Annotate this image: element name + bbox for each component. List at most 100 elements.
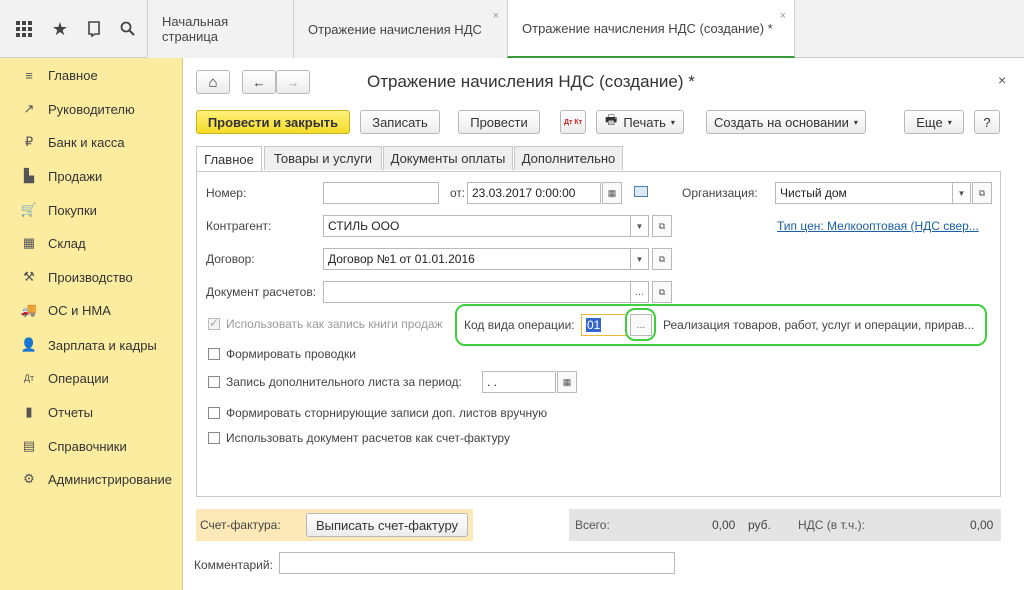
open-icon[interactable]: ⧉: [652, 248, 672, 270]
vat-label: НДС (в т.ч.):: [798, 518, 865, 532]
use-as-book-label: Использовать как запись книги продаж: [226, 317, 443, 331]
sidebar-item-purchases[interactable]: 🛒 Покупки: [0, 198, 183, 222]
ellipsis-highlight: [625, 308, 656, 341]
close-icon[interactable]: ×: [780, 10, 786, 22]
bag-icon: ▙: [24, 168, 34, 183]
sidebar-item-operations[interactable]: Дт Операции: [0, 366, 183, 390]
settlement-doc-field[interactable]: [323, 281, 631, 303]
post-button[interactable]: Провести: [458, 110, 540, 134]
sidebar-item-sales[interactable]: ▙ Продажи: [0, 164, 183, 188]
date-field[interactable]: 23.03.2017 0:00:00: [467, 182, 601, 204]
sidebar-item-payroll[interactable]: 👤 Зарплата и кадры: [0, 333, 183, 357]
help-button[interactable]: ?: [974, 110, 1000, 134]
price-type-link[interactable]: Тип цен: Мелкооптовая (НДС свер...: [777, 219, 979, 233]
chevron-down-icon[interactable]: ▼: [631, 215, 649, 237]
tab-label: Отражение начисления НДС: [308, 21, 482, 37]
cart-icon: 🛒: [20, 202, 38, 217]
sidebar-item-fixed-assets[interactable]: 🚚 ОС и НМА: [0, 298, 183, 322]
sidebar-item-label: Отчеты: [48, 404, 93, 420]
organization-label: Организация:: [682, 186, 758, 200]
ellipsis-button[interactable]: …: [631, 281, 649, 303]
forward-button[interactable]: →: [276, 70, 310, 94]
extra-sheet-label: Запись дополнительного листа за период:: [226, 375, 462, 389]
star-icon[interactable]: ★: [42, 0, 78, 58]
home-button[interactable]: ⌂: [196, 70, 230, 94]
sidebar-item-label: Операции: [48, 370, 109, 386]
more-button[interactable]: Еще ▾: [904, 110, 964, 134]
sidebar: ≡ Главное ↗ Руководителю ₽ Банк и касса ▙ Пр…: [0, 58, 183, 590]
sidebar-item-main[interactable]: ≡ Главное: [0, 63, 183, 87]
tab-bar: Начальная страница Отражение начисления …: [147, 0, 795, 58]
tab-vat-list[interactable]: Отражение начисления НДС ×: [293, 0, 507, 58]
calendar-icon[interactable]: ▦: [557, 371, 577, 393]
close-icon[interactable]: ×: [493, 10, 499, 22]
tab-vat-create[interactable]: Отражение начисления НДС (создание) * ×: [507, 0, 795, 58]
op-code-field[interactable]: 01: [581, 314, 627, 336]
post-and-close-button[interactable]: Провести и закрыть: [196, 110, 350, 134]
dtkt-button[interactable]: Дт Кт: [560, 110, 586, 134]
op-code-label: Код вида операции:: [464, 318, 575, 332]
list-icon[interactable]: [634, 186, 648, 197]
print-button[interactable]: 🖶 Печать ▾: [596, 110, 684, 134]
chevron-down-icon[interactable]: ▼: [953, 182, 971, 204]
back-button[interactable]: ←: [242, 70, 276, 94]
tab-payment-docs[interactable]: Документы оплаты: [383, 146, 513, 170]
top-bar: ★ Начальная страница Отражение начислени…: [0, 0, 1024, 58]
sidebar-item-production[interactable]: ⚒ Производство: [0, 265, 183, 289]
tab-main[interactable]: Главное: [196, 146, 262, 172]
person-icon: 👤: [20, 337, 38, 352]
trend-icon: ↗: [23, 101, 35, 116]
save-button[interactable]: Записать: [360, 110, 440, 134]
search-icon[interactable]: [110, 0, 146, 58]
organization-field[interactable]: Чистый дом: [775, 182, 953, 204]
tab-home[interactable]: Начальная страница: [147, 0, 293, 58]
chevron-down-icon: ▾: [947, 117, 952, 127]
chevron-down-icon[interactable]: ▼: [631, 248, 649, 270]
use-settlement-invoice-checkbox[interactable]: [208, 432, 220, 444]
storno-label: Формировать сторнирующие записи доп. лис…: [226, 406, 548, 420]
totals-area: [569, 509, 1001, 541]
calendar-icon[interactable]: ▦: [602, 182, 622, 204]
create-based-on-button[interactable]: Создать на основании ▾: [706, 110, 866, 134]
home-icon: ⌂: [208, 73, 218, 91]
contract-field[interactable]: Договор №1 от 01.01.2016: [323, 248, 631, 270]
extra-sheet-period-field[interactable]: . .: [482, 371, 556, 393]
open-icon[interactable]: ⧉: [972, 182, 992, 204]
form-postings-checkbox[interactable]: [208, 348, 220, 360]
sidebar-item-label: ОС и НМА: [48, 302, 111, 318]
document-form: ⌂ ← → Отражение начисления НДС (создание…: [184, 58, 1024, 590]
printer-icon: 🖶: [605, 112, 618, 127]
sidebar-item-admin[interactable]: ⚙ Администрирование: [0, 467, 183, 491]
open-icon[interactable]: ⧉: [652, 281, 672, 303]
use-as-book-checkbox[interactable]: [208, 316, 220, 330]
menu-icon: ≡: [25, 67, 33, 83]
extra-sheet-checkbox[interactable]: [208, 376, 220, 388]
sidebar-item-catalogs[interactable]: ▤ Справочники: [0, 434, 183, 458]
number-field[interactable]: [323, 182, 439, 204]
tools-icon: ⚒: [23, 269, 35, 284]
contractor-field[interactable]: СТИЛЬ ООО: [323, 215, 631, 237]
sidebar-item-bank[interactable]: ₽ Банк и касса: [0, 130, 183, 154]
open-icon[interactable]: ⧉: [652, 215, 672, 237]
invoice-label: Счет-фактура:: [200, 518, 281, 532]
sidebar-item-label: Производство: [48, 269, 133, 285]
close-icon[interactable]: ×: [998, 72, 1006, 88]
tab-additional[interactable]: Дополнительно: [514, 146, 623, 170]
grid-icon[interactable]: [6, 0, 42, 58]
contractor-label: Контрагент:: [206, 219, 272, 233]
comment-field[interactable]: [279, 552, 675, 574]
warehouse-icon: ▦: [22, 235, 36, 250]
book-icon: ▤: [22, 438, 36, 453]
truck-icon: 🚚: [20, 302, 38, 317]
arrow-left-icon: ←: [252, 74, 266, 90]
issue-invoice-button[interactable]: Выписать счет-фактуру: [306, 513, 468, 537]
tab-goods-services[interactable]: Товары и услуги: [264, 146, 382, 170]
comment-label: Комментарий:: [194, 558, 273, 572]
sidebar-item-manager[interactable]: ↗ Руководителю: [0, 97, 183, 121]
sidebar-item-label: Администрирование: [48, 471, 172, 487]
sidebar-item-label: Справочники: [48, 438, 127, 454]
storno-checkbox[interactable]: [208, 407, 220, 419]
sidebar-item-warehouse[interactable]: ▦ Склад: [0, 231, 183, 255]
history-icon[interactable]: [76, 0, 112, 58]
sidebar-item-reports[interactable]: ▮ Отчеты: [0, 400, 183, 424]
